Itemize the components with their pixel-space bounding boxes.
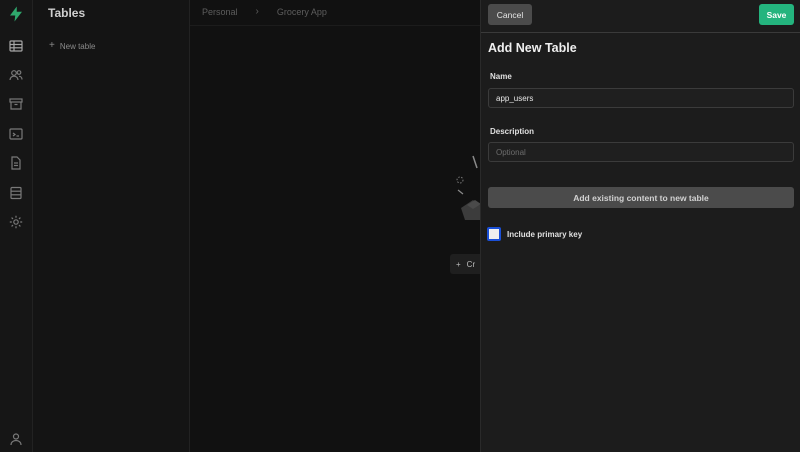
bolt-logo-icon[interactable] xyxy=(7,5,25,23)
main-area: Personal › Grocery App + Cr xyxy=(190,0,490,452)
name-label: Name xyxy=(490,72,512,81)
description-field[interactable] xyxy=(488,142,794,162)
archive-icon[interactable] xyxy=(8,96,24,112)
breadcrumb-org[interactable]: Personal xyxy=(202,7,238,17)
document-icon[interactable] xyxy=(8,155,24,171)
breadcrumb: Personal › Grocery App xyxy=(202,6,327,17)
chevron-right-icon: › xyxy=(255,6,259,17)
tables-sidebar: Tables + New table xyxy=(33,0,190,452)
create-table-label: Cr xyxy=(466,259,476,269)
empty-state-illustration xyxy=(456,155,481,220)
plus-icon: + xyxy=(456,259,461,269)
description-label: Description xyxy=(490,127,535,136)
new-table-label: New table xyxy=(59,41,96,51)
save-button[interactable]: Save xyxy=(759,4,794,25)
terminal-icon[interactable] xyxy=(8,126,24,142)
add-table-panel: Cancel Save Add New Table Name Descripti… xyxy=(480,0,800,452)
user-icon[interactable] xyxy=(8,431,24,447)
panel-toolbar: Cancel Save xyxy=(481,0,800,33)
table-icon[interactable] xyxy=(8,38,24,54)
users-icon[interactable] xyxy=(8,67,24,83)
database-icon[interactable] xyxy=(8,185,24,201)
plus-icon: + xyxy=(49,40,55,51)
icon-rail xyxy=(0,0,33,452)
cancel-button[interactable]: Cancel xyxy=(488,4,532,25)
primary-key-checkbox[interactable] xyxy=(487,227,501,241)
add-existing-content-button[interactable]: Add existing content to new table xyxy=(488,187,794,208)
header-divider xyxy=(190,25,480,26)
panel-title: Add New Table xyxy=(488,41,577,55)
primary-key-row: Include primary key xyxy=(487,227,582,241)
primary-key-label[interactable]: Include primary key xyxy=(507,230,582,239)
sidebar-title: Tables xyxy=(48,6,86,20)
breadcrumb-project[interactable]: Grocery App xyxy=(277,7,327,17)
settings-icon[interactable] xyxy=(8,214,24,230)
new-table-button[interactable]: + New table xyxy=(49,41,95,51)
name-field[interactable] xyxy=(488,88,794,108)
